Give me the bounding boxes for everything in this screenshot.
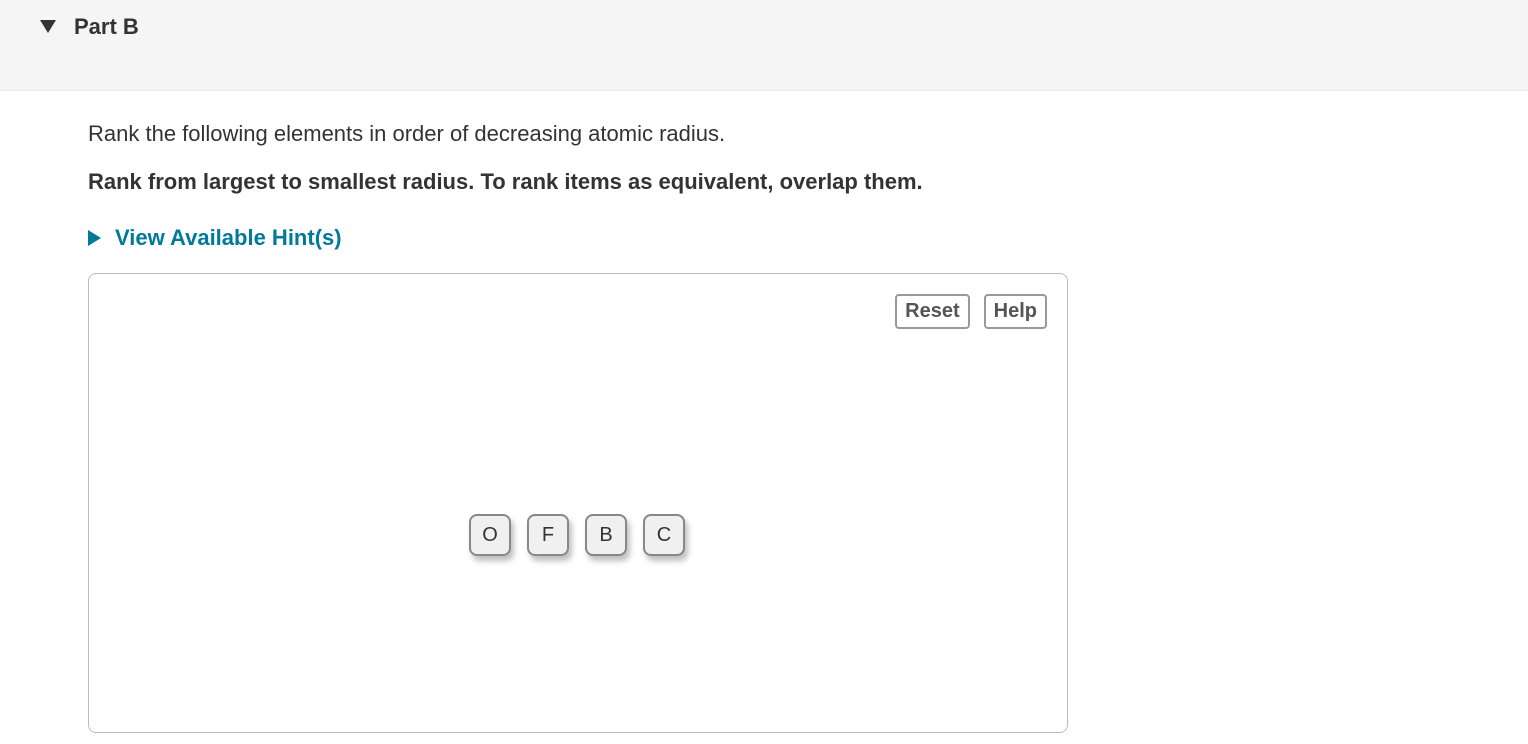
help-button[interactable]: Help [984,294,1047,329]
chevron-right-icon [88,230,101,246]
part-header: Part B [0,0,1528,91]
reset-button[interactable]: Reset [895,294,969,329]
element-tile[interactable]: B [585,514,627,556]
ranking-controls: Reset Help [895,294,1047,329]
content-area: Rank the following elements in order of … [0,91,1100,733]
element-tile[interactable]: F [527,514,569,556]
hints-toggle[interactable]: View Available Hint(s) [88,225,1100,251]
tile-tray: O F B C [469,514,685,556]
part-title: Part B [74,14,139,40]
question-prompt: Rank the following elements in order of … [88,121,1100,147]
question-instruction: Rank from largest to smallest radius. To… [88,169,1100,195]
hints-label: View Available Hint(s) [115,225,342,251]
collapse-icon[interactable] [40,20,56,33]
element-tile[interactable]: C [643,514,685,556]
ranking-area[interactable]: Reset Help O F B C [88,273,1068,733]
element-tile[interactable]: O [469,514,511,556]
